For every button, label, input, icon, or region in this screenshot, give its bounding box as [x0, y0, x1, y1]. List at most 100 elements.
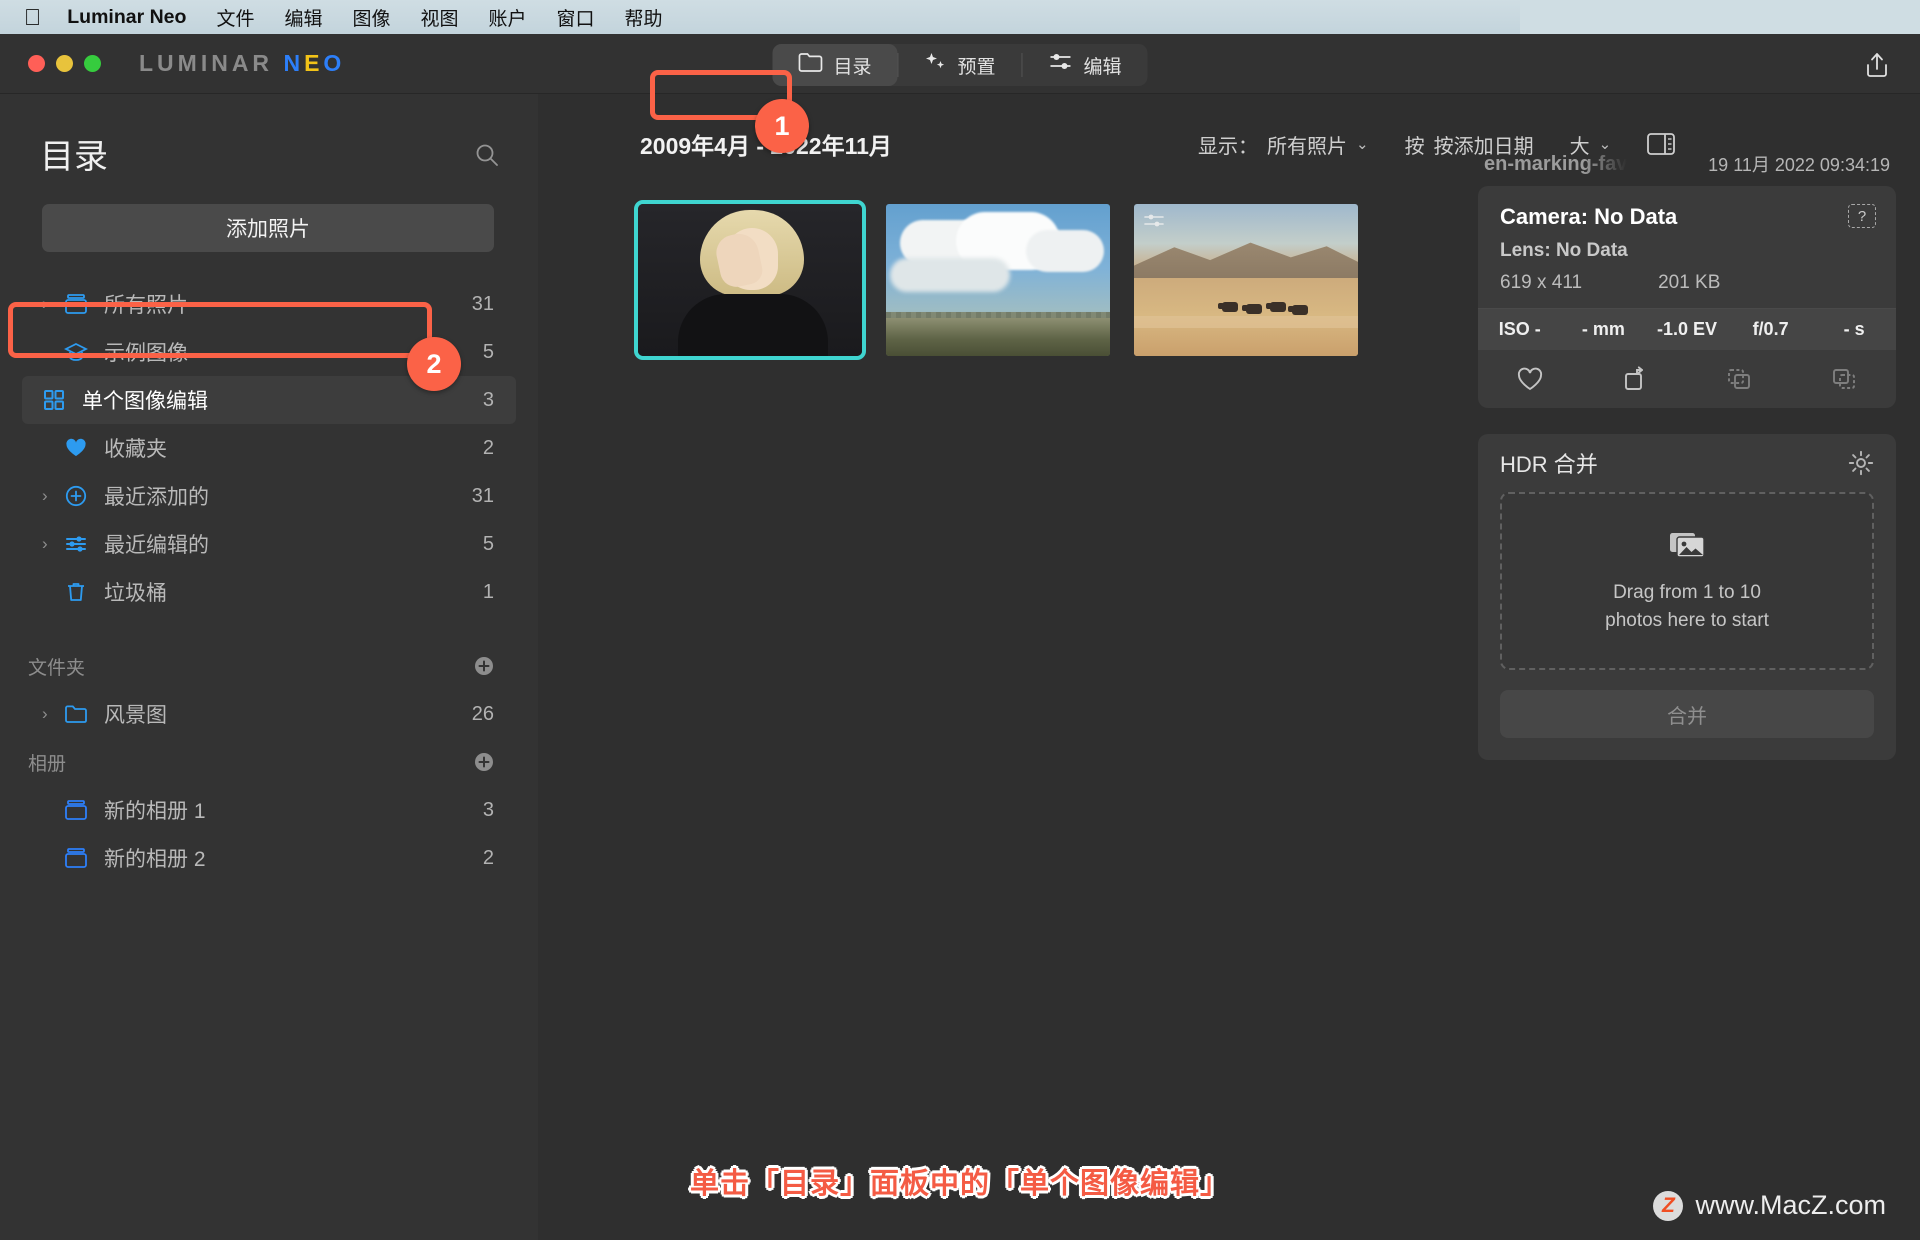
- photo-datetime: 19 11月 2022 09:34:19: [1708, 155, 1890, 175]
- sidebar-album-2[interactable]: 新的相册 2 2: [0, 834, 538, 882]
- cloud-shape: [1026, 230, 1104, 272]
- sidebar-item-count: 31: [471, 292, 494, 315]
- show-filter-value: 所有照片: [1267, 135, 1347, 158]
- copy-icon[interactable]: [1792, 365, 1897, 393]
- albums-header-label: 相册: [28, 753, 67, 775]
- add-album-button[interactable]: [472, 750, 496, 774]
- chevron-right-icon[interactable]: ›: [42, 534, 64, 554]
- highlight-box-single-image-edit: [8, 302, 432, 358]
- exif-focal-length: - mm: [1581, 319, 1625, 339]
- image-dimensions: 619 x 411: [1500, 272, 1583, 293]
- tab-presets-label: 预置: [957, 56, 996, 78]
- exif-shutter-speed: - s: [1843, 319, 1865, 339]
- menu-item-file[interactable]: 文件: [216, 4, 254, 31]
- tab-edit[interactable]: 编辑: [1023, 44, 1148, 86]
- sidebar-item-count: 3: [482, 388, 494, 411]
- sidebar-item-recently-edited[interactable]: › 最近编辑的 5: [0, 520, 538, 568]
- app-window: LUMINAR NEO 目录 预置 编辑 目录 添加照片 › 所有照片 31 示…: [0, 34, 1920, 1240]
- clouds-thumbnail[interactable]: [886, 204, 1110, 356]
- photo-action-bar: [1478, 350, 1896, 408]
- catalog-sidebar: 目录 添加照片 › 所有照片 31 示例图像 5 单个图像编辑 3 收藏夹 2 …: [0, 94, 538, 1240]
- search-icon[interactable]: [474, 142, 500, 168]
- hdr-dropzone-line1: Drag from 1 to 10: [1613, 581, 1761, 603]
- favorite-icon[interactable]: [1478, 365, 1583, 393]
- sidebar-album-label: 新的相册 2: [104, 848, 206, 871]
- sidebar-album-1[interactable]: 新的相册 1 3: [0, 786, 538, 834]
- tab-presets[interactable]: 预置: [898, 44, 1021, 86]
- albums-section-header: 相册: [0, 738, 538, 786]
- tab-edit-label: 编辑: [1083, 56, 1122, 78]
- minimize-window-button[interactable]: [56, 55, 73, 72]
- gear-icon[interactable]: [1848, 450, 1874, 476]
- menu-item-edit[interactable]: 编辑: [284, 4, 322, 31]
- plus-circle-icon: [64, 484, 104, 508]
- menu-bar-right-region: [1520, 0, 1920, 34]
- sidebar-item-label: 单个图像编辑: [82, 390, 208, 413]
- close-window-button[interactable]: [28, 55, 45, 72]
- menu-item-view[interactable]: 视图: [420, 4, 458, 31]
- share-icon[interactable]: [1864, 52, 1890, 78]
- hdr-dropzone[interactable]: Drag from 1 to 10 photos here to start: [1500, 492, 1874, 670]
- brand-luminar: LUMINAR: [139, 50, 274, 76]
- portrait-thumbnail[interactable]: [634, 200, 866, 360]
- tab-catalog-label: 目录: [833, 56, 872, 78]
- chevron-right-icon[interactable]: ›: [42, 486, 64, 506]
- dimensions-row: 619 x 411 201 KB: [1500, 272, 1874, 294]
- sidebar-item-recently-added[interactable]: › 最近添加的 31: [0, 472, 538, 520]
- watermark: Z www.MacZ.com: [1653, 1190, 1886, 1221]
- menu-item-image[interactable]: 图像: [352, 4, 390, 31]
- sidebar-album-label: 新的相册 1: [104, 800, 206, 823]
- exif-iso: ISO -: [1498, 319, 1541, 339]
- exif-aperture: f/0.7: [1752, 319, 1789, 339]
- menu-item-help[interactable]: 帮助: [625, 4, 663, 31]
- cow-shape: [1242, 304, 1262, 314]
- menu-item-account[interactable]: 账户: [489, 4, 527, 31]
- ground: [886, 318, 1110, 356]
- folders-header-label: 文件夹: [28, 657, 86, 679]
- apple-logo-icon[interactable]: : [24, 5, 41, 29]
- macz-logo-icon: Z: [1653, 1190, 1684, 1221]
- sidebar-folder-landscape[interactable]: › 风景图 26: [0, 690, 538, 738]
- brand-letter-e: E: [304, 50, 324, 76]
- menu-app-name[interactable]: Luminar Neo: [67, 6, 186, 29]
- album-icon: [64, 847, 104, 869]
- luminar-neo-logo: LUMINAR NEO: [139, 50, 345, 77]
- sidebar-item-count: 1: [482, 580, 494, 603]
- sidebar-item-label: 最近添加的: [104, 486, 209, 509]
- grid-icon: [42, 388, 82, 412]
- exif-exposure-compensation: -1.0 EV: [1656, 319, 1717, 339]
- cloud-shape: [890, 258, 1010, 292]
- hdr-dropzone-line2: photos here to start: [1605, 609, 1769, 631]
- sidebar-item-label: 收藏夹: [104, 438, 167, 461]
- merge-button[interactable]: 合并: [1500, 690, 1874, 738]
- chevron-right-icon[interactable]: ›: [42, 704, 64, 724]
- chevron-down-icon[interactable]: ⌄: [1356, 135, 1369, 153]
- hdr-dropzone-text: Drag from 1 to 10 photos here to start: [1605, 579, 1769, 634]
- add-photos-button[interactable]: 添加照片: [42, 204, 494, 252]
- copy-dashed-icon[interactable]: [1687, 365, 1792, 393]
- thumbnail-grid: [634, 200, 1358, 360]
- folders-section-header: 文件夹: [0, 642, 538, 690]
- hdr-title: HDR 合并: [1500, 452, 1598, 477]
- show-filter[interactable]: 显示： 所有照片 ⌄: [1198, 130, 1369, 159]
- menu-item-window[interactable]: 窗口: [557, 4, 595, 31]
- sidebar-title: 目录: [40, 138, 108, 176]
- add-folder-button[interactable]: [472, 654, 496, 678]
- main-tab-group: 目录 预置 编辑: [772, 44, 1148, 86]
- help-button[interactable]: ?: [1848, 204, 1876, 228]
- sliders-icon: [1049, 52, 1073, 78]
- lens-label: Lens: No Data: [1500, 240, 1628, 261]
- maximize-window-button[interactable]: [84, 55, 101, 72]
- step-badge-2: 2: [407, 337, 461, 391]
- sidebar-item-count: 31: [471, 484, 494, 507]
- desert-thumbnail[interactable]: [1134, 204, 1358, 356]
- sidebar-item-trash[interactable]: 垃圾桶 1: [0, 568, 538, 616]
- sidebar-item-favorites[interactable]: 收藏夹 2: [0, 424, 538, 472]
- sidebar-item-label: 垃圾桶: [104, 582, 167, 605]
- album-icon: [64, 799, 104, 821]
- brand-letter-o: O: [323, 50, 346, 76]
- hdr-header: HDR 合并: [1478, 434, 1896, 492]
- rotate-icon[interactable]: [1583, 365, 1688, 393]
- folder-icon: [64, 703, 104, 725]
- hdr-merge-card: HDR 合并 Drag from 1 to 10 photos here to …: [1478, 434, 1896, 760]
